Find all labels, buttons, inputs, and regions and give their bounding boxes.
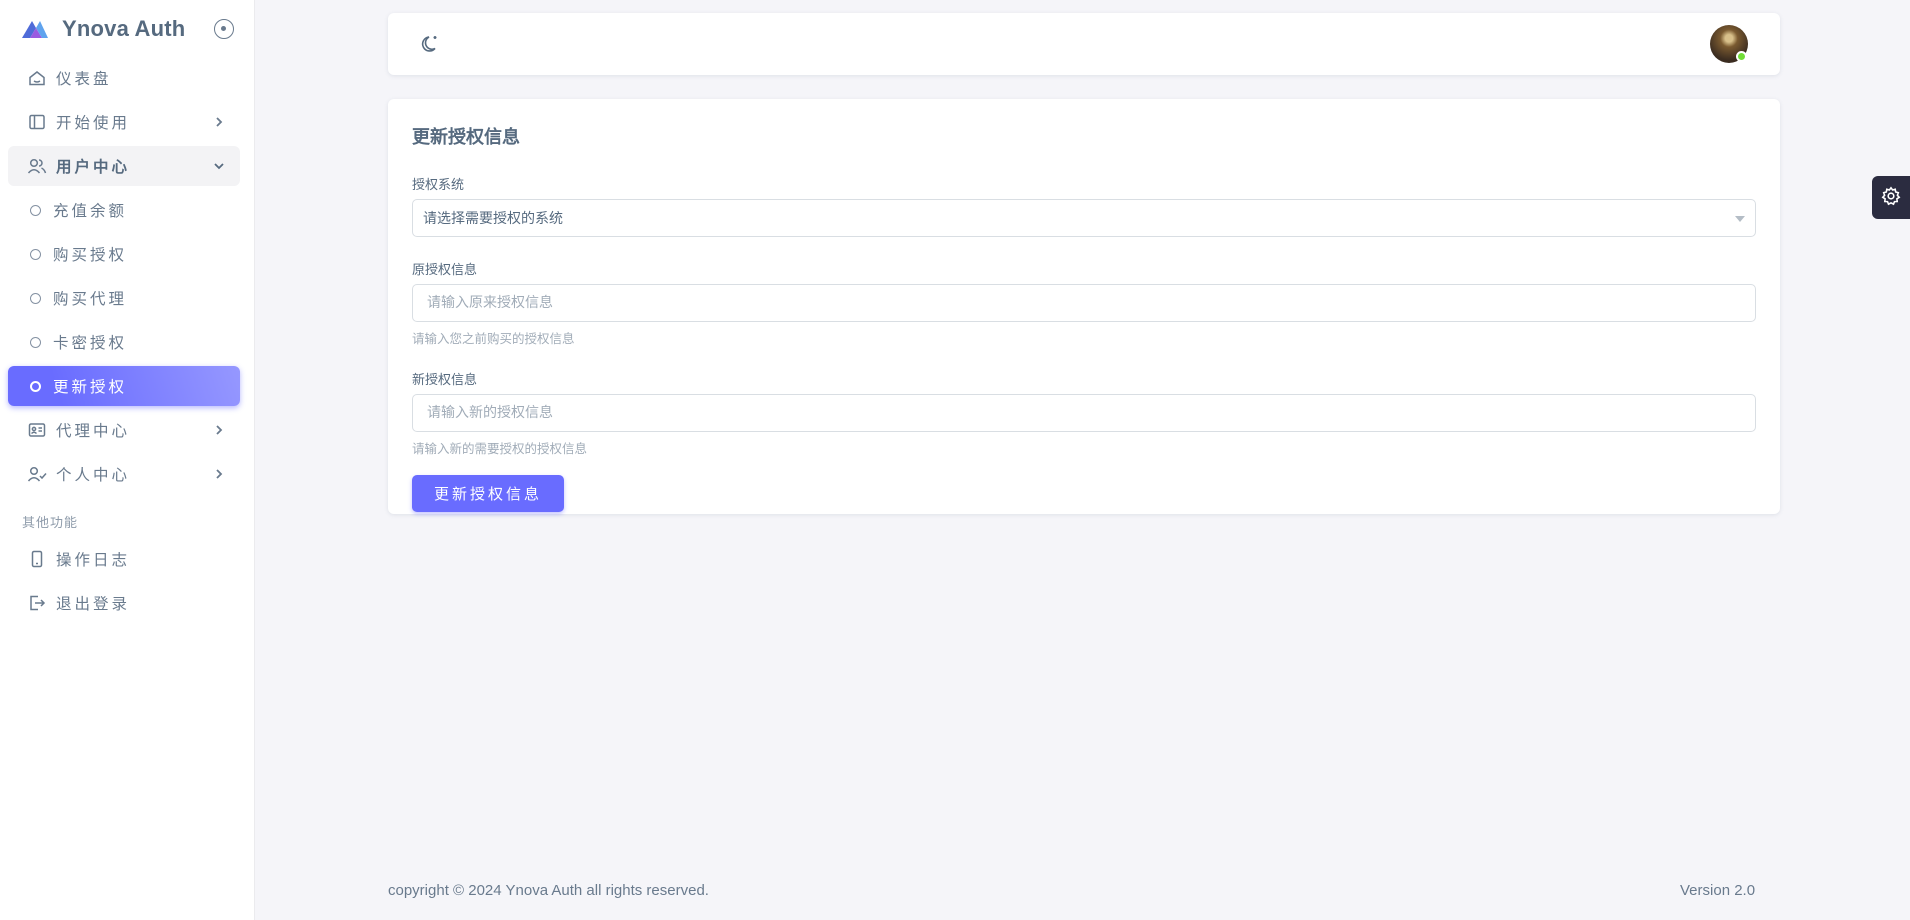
- sidebar-item-label: 代理中心: [56, 422, 131, 440]
- footer-version: Version 2.0: [1680, 882, 1756, 899]
- sidebar-item-label: 开始使用: [56, 114, 131, 132]
- sidebar-item-agent-center[interactable]: 代理中心: [8, 410, 240, 450]
- circle-icon: [30, 380, 41, 392]
- sidebar-item-personal-center[interactable]: 个人中心: [8, 454, 240, 494]
- new-license-help: 请输入新的需要授权的授权信息: [412, 441, 588, 456]
- circle-icon: [30, 292, 41, 304]
- circle-icon: [30, 248, 41, 260]
- sidebar-menu-more: 代理中心 个人中心: [0, 410, 254, 494]
- sidebar-item-label: 个人中心: [56, 466, 131, 484]
- sidebar-item-label: 退出登录: [56, 595, 131, 613]
- chevron-right-icon: [214, 117, 224, 127]
- old-license-label: 原授权信息: [412, 263, 478, 278]
- sidebar-item-card-license[interactable]: 卡密授权: [8, 322, 240, 362]
- top-navbar: [388, 13, 1780, 75]
- sidebar-item-label: 卡密授权: [53, 334, 128, 352]
- old-license-input[interactable]: [412, 284, 1756, 322]
- user-center-submenu: 充值余额 购买授权 购买代理 卡密授权 更新授权: [0, 190, 254, 406]
- sidebar-item-label: 用户中心: [56, 158, 131, 176]
- user-check-icon: [26, 463, 48, 485]
- chevron-down-icon: [214, 161, 224, 171]
- sidebar-item-label: 仪表盘: [56, 70, 112, 88]
- system-select[interactable]: 请选择需要授权的系统: [412, 199, 1756, 237]
- system-label: 授权系统: [412, 178, 465, 193]
- sidebar-item-label: 购买授权: [53, 246, 128, 264]
- circle-icon: [30, 336, 41, 348]
- moon-icon[interactable]: [420, 33, 442, 55]
- settings-button[interactable]: [1872, 176, 1910, 219]
- avatar[interactable]: [1710, 25, 1748, 63]
- caret-down-icon: [1735, 216, 1745, 222]
- update-license-button[interactable]: 更新授权信息: [412, 475, 564, 512]
- sidebar-item-recharge[interactable]: 充值余额: [8, 190, 240, 230]
- new-license-label: 新授权信息: [412, 373, 478, 388]
- users-icon: [26, 155, 48, 177]
- sidebar-item-operation-log[interactable]: 操作日志: [8, 539, 240, 579]
- id-card-icon: [26, 419, 48, 441]
- sidebar-item-getting-started[interactable]: 开始使用: [8, 102, 240, 142]
- sidebar-item-buy-license[interactable]: 购买授权: [8, 234, 240, 274]
- system-select-value: 请选择需要授权的系统: [423, 211, 563, 227]
- footer-copyright: copyright © 2024 Ynova Auth all rights r…: [388, 882, 709, 899]
- sidebar-item-label: 购买代理: [53, 290, 128, 308]
- chevron-right-icon: [214, 469, 224, 479]
- sidebar-menu: 仪表盘 开始使用 用户中心: [0, 58, 254, 186]
- logout-icon: [26, 592, 48, 614]
- new-license-input[interactable]: [412, 394, 1756, 432]
- sidebar-item-update-license[interactable]: 更新授权: [8, 366, 240, 406]
- mobile-icon: [26, 548, 48, 570]
- gear-icon: [1881, 185, 1901, 210]
- logo-icon: [22, 21, 48, 38]
- sidebar-item-dashboard[interactable]: 仪表盘: [8, 58, 240, 98]
- sidebar: Ynova Auth 仪表盘 开始使用 用户中心 充值余额 购买授权 购买代理 …: [0, 0, 255, 920]
- sidebar-item-label: 充值余额: [53, 202, 128, 220]
- sidebar-item-buy-agent[interactable]: 购买代理: [8, 278, 240, 318]
- sidebar-toggle-icon[interactable]: [214, 19, 234, 39]
- layout-icon: [26, 111, 48, 133]
- home-icon: [26, 67, 48, 89]
- update-license-card: 更新授权信息 授权系统 请选择需要授权的系统 原授权信息 请输入您之前购买的授权…: [388, 99, 1780, 514]
- sidebar-item-logout[interactable]: 退出登录: [8, 583, 240, 623]
- online-status-dot: [1736, 51, 1747, 62]
- sidebar-item-label: 更新授权: [53, 378, 128, 396]
- circle-icon: [30, 204, 41, 216]
- menu-section-header: 其他功能: [22, 516, 79, 531]
- chevron-right-icon: [214, 425, 224, 435]
- brand[interactable]: Ynova Auth: [0, 0, 254, 58]
- sidebar-item-label: 操作日志: [56, 551, 131, 569]
- sidebar-menu-other: 操作日志 退出登录: [0, 539, 254, 623]
- old-license-help: 请输入您之前购买的授权信息: [412, 331, 575, 346]
- page-title: 更新授权信息: [412, 127, 520, 148]
- sidebar-item-user-center[interactable]: 用户中心: [8, 146, 240, 186]
- brand-name: Ynova Auth: [62, 16, 186, 41]
